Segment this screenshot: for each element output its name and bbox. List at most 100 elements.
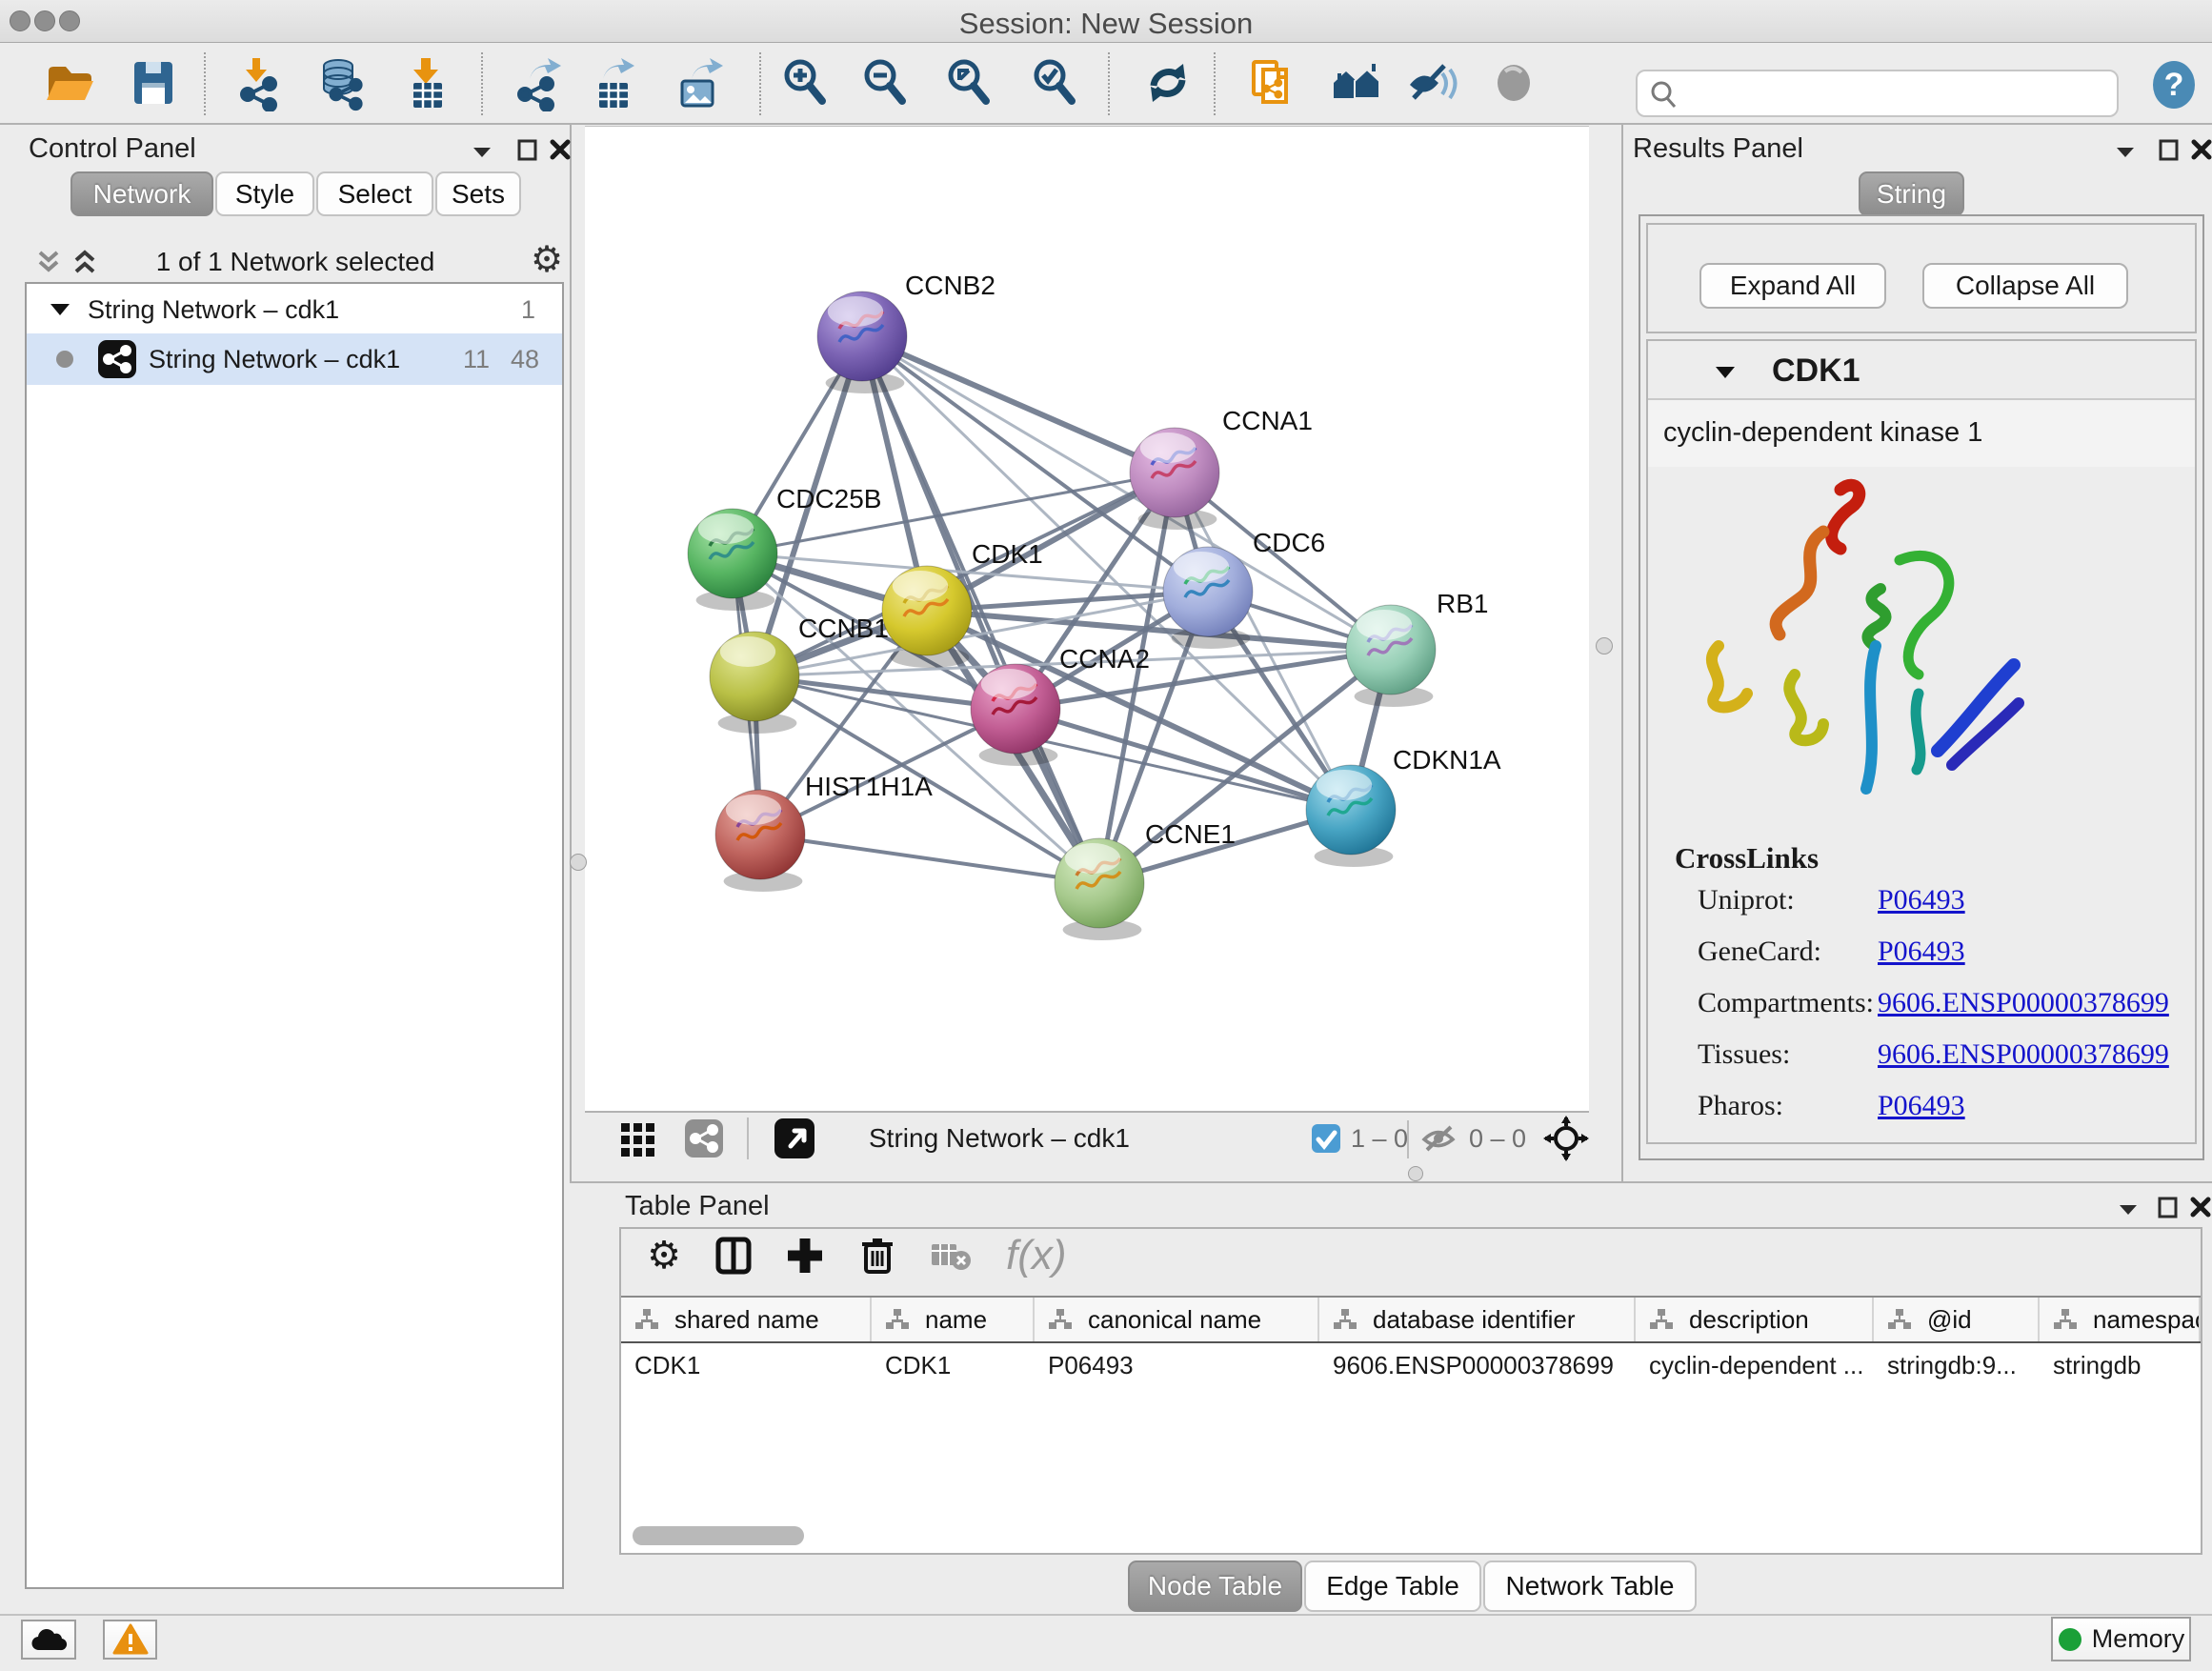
tab-network-table[interactable]: Network Table	[1483, 1560, 1697, 1612]
panel-close-icon[interactable]	[2188, 136, 2212, 163]
crosslink-value-link[interactable]: P06493	[1878, 1090, 1965, 1122]
node-CDC6[interactable]: CDC6	[1163, 528, 1325, 649]
crosshair-icon[interactable]	[1543, 1116, 1589, 1161]
table-cell[interactable]: CDK1	[621, 1343, 872, 1387]
collapse-all-button[interactable]: Collapse All	[1922, 263, 2128, 309]
table-cell[interactable]: CDK1	[872, 1343, 1035, 1387]
column-header-database-identifier[interactable]: database identifier	[1319, 1298, 1636, 1341]
column-header-shared-name[interactable]: shared name	[621, 1298, 872, 1341]
import-database-icon[interactable]	[316, 56, 372, 111]
tab-network[interactable]: Network	[70, 171, 213, 216]
show-column-icon[interactable]	[712, 1234, 755, 1278]
gear-icon[interactable]: ⚙	[526, 239, 568, 281]
node-table[interactable]: shared namenamecanonical namedatabase id…	[621, 1296, 2201, 1553]
crosslink-value-link[interactable]: P06493	[1878, 936, 1965, 968]
import-table-icon[interactable]	[397, 56, 452, 111]
documents-icon[interactable]	[1243, 56, 1298, 111]
help-icon[interactable]: ?	[2149, 60, 2199, 110]
node-CCNB1[interactable]: CCNB1	[710, 614, 889, 734]
tab-sets[interactable]: Sets	[435, 171, 521, 216]
column-header-description[interactable]: description	[1636, 1298, 1874, 1341]
panel-dropdown-icon[interactable]	[2112, 138, 2139, 165]
save-icon[interactable]	[126, 56, 181, 111]
tab-select[interactable]: Select	[316, 171, 433, 216]
grid-view-icon[interactable]	[619, 1119, 657, 1158]
column-header-name[interactable]: name	[872, 1298, 1035, 1341]
vertical-splitter-grip[interactable]	[570, 854, 587, 871]
zoom-out-icon[interactable]	[857, 56, 913, 111]
delete-column-icon[interactable]	[855, 1233, 899, 1277]
table-cell[interactable]: P06493	[1035, 1343, 1319, 1387]
export-network-icon[interactable]	[512, 56, 567, 111]
selected-checkbox-icon[interactable]	[1311, 1123, 1341, 1154]
panel-close-icon[interactable]	[547, 136, 573, 163]
panel-close-icon[interactable]	[2187, 1194, 2212, 1220]
zoom-fit-icon[interactable]	[941, 56, 996, 111]
home-icon[interactable]	[1329, 56, 1384, 111]
zoom-selected-icon[interactable]	[1027, 56, 1082, 111]
refresh-icon[interactable]	[1140, 56, 1196, 111]
open-folder-icon[interactable]	[42, 56, 97, 111]
string-visibility-icon[interactable]	[1405, 56, 1460, 111]
panel-float-icon[interactable]	[2155, 1194, 2182, 1220]
cloud-button[interactable]	[21, 1620, 76, 1660]
table-gear-icon[interactable]: ⚙	[642, 1234, 686, 1278]
crosslink-label: Compartments:	[1698, 987, 1874, 1019]
node-CCNE1[interactable]: CCNE1	[1055, 819, 1236, 940]
export-image-icon[interactable]	[674, 56, 729, 111]
column-header-namespace[interactable]: namespace	[2040, 1298, 2201, 1341]
table-horizontal-scrollbar[interactable]	[633, 1526, 804, 1545]
tab-edge-table[interactable]: Edge Table	[1304, 1560, 1481, 1612]
crosslink-value-link[interactable]: P06493	[1878, 884, 1965, 916]
tab-string[interactable]: String	[1859, 171, 1964, 216]
birdseye-view-icon[interactable]	[774, 1117, 815, 1159]
panel-dropdown-icon[interactable]	[469, 138, 495, 165]
node-HIST1H1A[interactable]: HIST1H1A	[715, 772, 933, 892]
search-box[interactable]	[1636, 70, 2119, 117]
table-cell[interactable]: stringdb	[2040, 1343, 2201, 1387]
column-header-@id[interactable]: @id	[1874, 1298, 2040, 1341]
tab-style[interactable]: Style	[215, 171, 314, 216]
node-CCNB2[interactable]: CCNB2	[817, 271, 995, 393]
panel-float-icon[interactable]	[514, 136, 541, 163]
svg-text:f(x): f(x)	[1006, 1232, 1067, 1278]
table-cell[interactable]: 9606.ENSP00000378699	[1319, 1343, 1636, 1387]
string-network-icon	[97, 339, 137, 379]
node-RB1[interactable]: RB1	[1346, 589, 1488, 707]
hidden-eye-icon[interactable]	[1419, 1119, 1458, 1158]
import-network-icon[interactable]	[234, 56, 290, 111]
node-CDKN1A[interactable]: CDKN1A	[1306, 745, 1501, 867]
search-input[interactable]	[1687, 75, 2106, 111]
edge-HIST1H1A-CCNE1[interactable]	[760, 835, 1099, 883]
export-table-icon[interactable]	[585, 56, 640, 111]
network-collection-row[interactable]: String Network – cdk1 1	[27, 286, 562, 333]
crosslink-row: GeneCard: P06493	[1698, 936, 2174, 987]
network-view[interactable]: CCNB2CCNA1CDC25BCDK1CDC6RB1CCNB1CCNA2CDK…	[585, 126, 1589, 1111]
warning-button[interactable]	[103, 1620, 157, 1660]
crosslink-value-link[interactable]: 9606.ENSP00000378699	[1878, 987, 2169, 1019]
panel-float-icon[interactable]	[2156, 136, 2182, 163]
horizontal-splitter-grip[interactable]	[1408, 1166, 1423, 1181]
panel-dropdown-icon[interactable]	[2115, 1196, 2142, 1222]
zoom-in-icon[interactable]	[777, 56, 833, 111]
network-icon-gray[interactable]	[684, 1118, 724, 1158]
table-cell[interactable]: cyclin-dependent ...	[1636, 1343, 1874, 1387]
tab-node-table[interactable]: Node Table	[1128, 1560, 1302, 1612]
expand-all-button[interactable]: Expand All	[1699, 263, 1886, 309]
expand-all-networks-icon[interactable]	[70, 247, 99, 277]
collapse-all-networks-icon[interactable]	[34, 247, 63, 277]
network-row[interactable]: String Network – cdk1 11 48	[27, 333, 562, 385]
table-cell[interactable]: stringdb:9...	[1874, 1343, 2040, 1387]
toolbar-divider	[204, 52, 206, 115]
delete-table-icon	[930, 1238, 972, 1273]
crosslink-value-link[interactable]: 9606.ENSP00000378699	[1878, 1038, 2169, 1071]
window-title: Session: New Session	[0, 7, 2212, 41]
column-header-canonical-name[interactable]: canonical name	[1035, 1298, 1319, 1341]
card-collapse-icon[interactable]	[1713, 360, 1738, 385]
add-column-icon[interactable]	[783, 1234, 827, 1278]
eye-icon[interactable]	[1487, 56, 1542, 111]
memory-button[interactable]: Memory	[2051, 1617, 2191, 1661]
results-splitter-grip[interactable]	[1596, 637, 1613, 654]
tree-expand-icon[interactable]	[48, 297, 72, 322]
table-row[interactable]: CDK1CDK1P064939606.ENSP00000378699cyclin…	[621, 1343, 2201, 1387]
